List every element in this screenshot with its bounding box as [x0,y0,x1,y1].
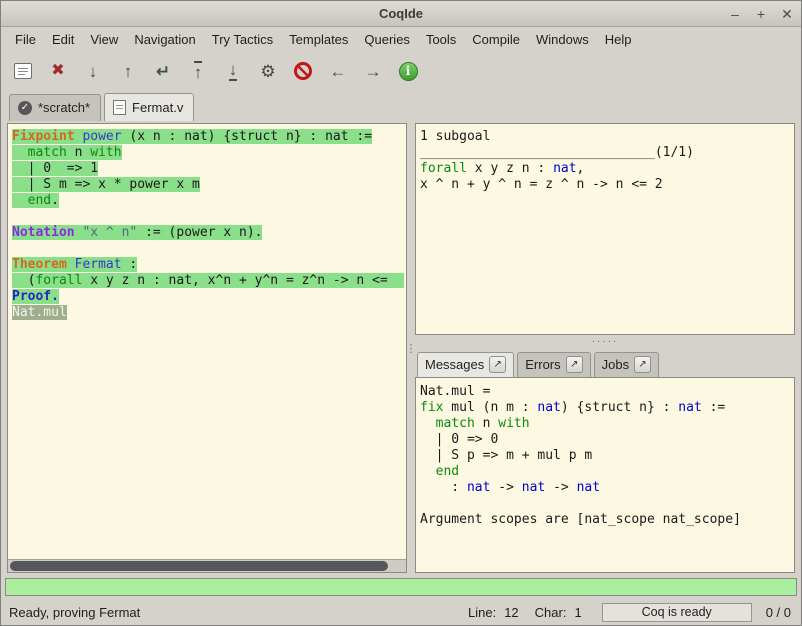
fully-check-button[interactable]: ⚙ [254,57,282,85]
detach-messages-icon[interactable]: ↗ [489,356,506,373]
progress-area [1,575,801,599]
save-button[interactable] [9,57,37,85]
menu-edit[interactable]: Edit [44,29,82,50]
message-tabbar: Messages ↗ Errors ↗ Jobs ↗ [415,347,795,377]
tab-messages[interactable]: Messages ↗ [417,352,514,377]
window-controls: – + ✕ [727,1,795,26]
main-area: Fixpoint power (x n : nat) {struct n} : … [1,121,801,575]
return-arrow-icon: ↵ [156,63,170,80]
detach-errors-icon[interactable]: ↗ [566,356,583,373]
char-label: Char: [535,605,567,620]
toolbar: ✖ ↓ ↑ ↵ ↑ ↓ ⚙ ← → i [1,51,801,91]
menu-queries[interactable]: Queries [356,29,418,50]
maximize-button[interactable]: + [753,7,769,21]
tab-errors[interactable]: Errors ↗ [517,352,590,377]
messages-panel[interactable]: Nat.mul =fix mul (n m : nat) {struct n} … [415,377,795,573]
menu-try-tactics[interactable]: Try Tactics [204,29,281,50]
tab-fermat-label: Fermat.v [132,100,183,115]
menu-help[interactable]: Help [597,29,640,50]
horizontal-splitter[interactable]: ····· [415,335,795,347]
menu-tools[interactable]: Tools [418,29,464,50]
editor-pane: Fixpoint power (x n : nat) {struct n} : … [7,123,407,573]
script-editor[interactable]: Fixpoint power (x n : nat) {struct n} : … [8,124,406,559]
tab-scratch-label: *scratch* [38,100,90,115]
gear-icon: ⚙ [260,63,275,80]
tab-messages-label: Messages [425,357,484,372]
goals-panel[interactable]: 1 subgoal______________________________(… [415,123,795,335]
line-value: 12 [504,605,518,620]
arrow-to-bottom-icon: ↓ [229,61,238,81]
line-label: Line: [468,605,496,620]
menu-navigation[interactable]: Navigation [126,29,203,50]
right-column: 1 subgoal______________________________(… [415,123,795,573]
menu-windows[interactable]: Windows [528,29,597,50]
job-counter: 0 / 0 [766,605,791,620]
statusbar: Ready, proving Fermat Line: 12 Char: 1 C… [1,599,801,625]
arrow-left-icon: ← [330,63,347,80]
editor-horizontal-scrollbar[interactable] [8,559,406,572]
char-value: 1 [574,605,581,620]
forward-one-command-button[interactable]: ↓ [79,57,107,85]
minimize-button[interactable]: – [727,7,743,21]
check-badge-icon: ✓ [18,101,32,115]
stop-sign-icon [294,62,312,80]
scrollbar-thumb[interactable] [10,561,388,571]
restart-button[interactable]: ↑ [184,57,212,85]
coq-status-indicator: Coq is ready [602,603,752,622]
menu-view[interactable]: View [82,29,126,50]
detach-jobs-icon[interactable]: ↗ [634,356,651,373]
menubar: File Edit View Navigation Try Tactics Te… [1,27,801,51]
next-button[interactable]: → [359,57,387,85]
document-icon [14,63,32,79]
tab-fermat[interactable]: Fermat.v [104,93,194,121]
close-x-icon: ✖ [51,63,64,79]
tab-jobs[interactable]: Jobs ↗ [594,352,659,377]
window-title: CoqIde [379,6,423,21]
status-text: Ready, proving Fermat [9,605,452,620]
coqide-window: CoqIde – + ✕ File Edit View Navigation T… [0,0,802,626]
backward-one-command-button[interactable]: ↑ [114,57,142,85]
menu-file[interactable]: File [7,29,44,50]
menu-templates[interactable]: Templates [281,29,356,50]
menu-compile[interactable]: Compile [464,29,528,50]
interrupt-button[interactable] [289,57,317,85]
editor-tabbar: ✓ *scratch* Fermat.v [1,91,801,121]
close-buffer-button[interactable]: ✖ [44,57,72,85]
tab-jobs-label: Jobs [602,357,629,372]
tab-errors-label: Errors [525,357,560,372]
arrow-to-top-icon: ↑ [194,61,203,81]
page-icon [113,100,126,115]
arrow-down-icon: ↓ [89,63,98,80]
arrow-up-icon: ↑ [124,63,133,80]
go-to-cursor-button[interactable]: ↵ [149,57,177,85]
about-button[interactable]: i [394,57,422,85]
titlebar: CoqIde – + ✕ [1,1,801,27]
info-icon: i [399,62,418,81]
tab-scratch[interactable]: ✓ *scratch* [9,94,101,121]
close-button[interactable]: ✕ [779,7,795,21]
vertical-splitter[interactable]: ⋮ [407,123,415,573]
progress-bar [5,578,797,596]
go-to-end-button[interactable]: ↓ [219,57,247,85]
arrow-right-icon: → [365,63,382,80]
previous-button[interactable]: ← [324,57,352,85]
